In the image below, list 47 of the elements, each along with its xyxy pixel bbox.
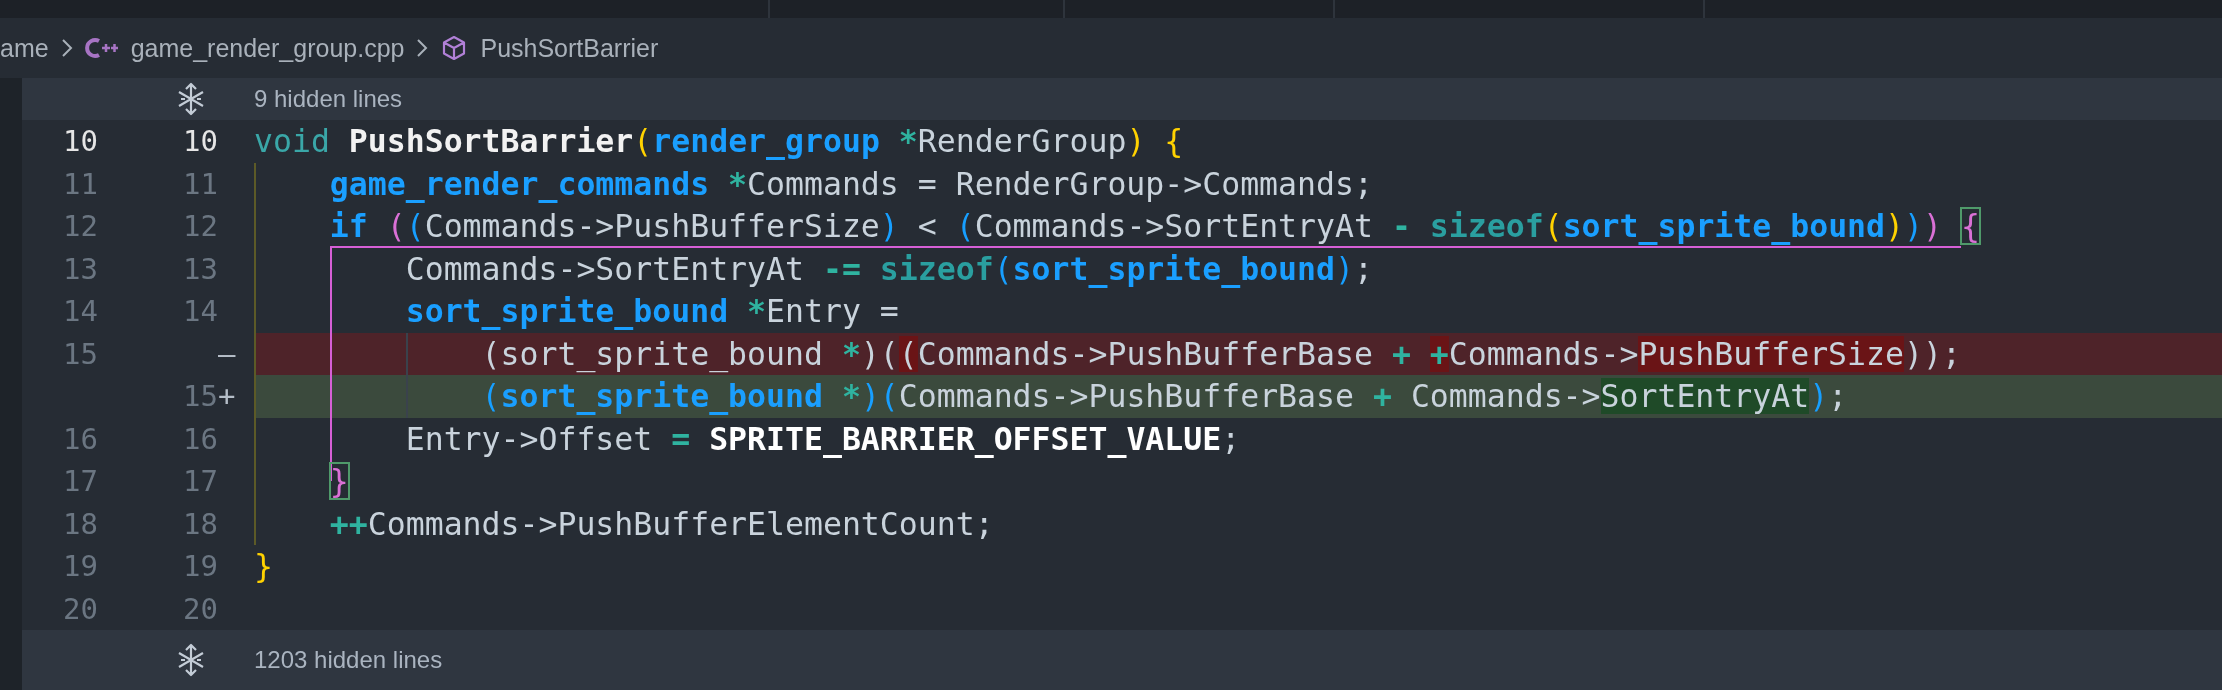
old-line-number: 10	[63, 124, 98, 159]
old-line-number: 13	[63, 251, 98, 286]
hidden-lines-label: 1203 hidden lines	[254, 646, 443, 674]
new-line-number: 10	[183, 124, 218, 159]
code-line: if ((Commands->PushBufferSize) < (Commands->SortEntryAt - sizeof(sort_sprite_bound))) {	[329, 208, 1980, 245]
old-line-number: 20	[63, 591, 98, 626]
code-line: }	[329, 463, 349, 500]
new-line-number: 13	[183, 251, 218, 286]
new-line-number: 11	[183, 166, 218, 201]
code-line: Entry->Offset = SPRITE_BARRIER_OFFSET_VALUE;	[405, 420, 1241, 457]
code-line: (sort_sprite_bound *)((Commands->PushBufferBase + +Commands->PushBufferSize));	[481, 335, 1961, 372]
chevron-icon	[416, 38, 429, 58]
breadcrumb-item[interactable]: PushSortBarrier	[480, 33, 659, 63]
hidden-lines-label: 9 hidden lines	[254, 85, 403, 113]
code-line: Commands->SortEntryAt -= sizeof(sort_sprite_bound);	[405, 250, 1373, 287]
code-line: ++Commands->PushBufferElementCount;	[329, 505, 994, 542]
code-line: sort_sprite_bound *Entry =	[405, 293, 899, 330]
new-line-number: 12	[183, 209, 218, 244]
code-line: void PushSortBarrier(render_group *RenderGroup) {	[254, 123, 1184, 160]
old-line-number: 19	[63, 549, 98, 584]
old-line-number: 18	[63, 506, 98, 541]
cpp-file-icon	[84, 36, 119, 60]
code-line: }	[254, 548, 273, 585]
breadcrumb-item[interactable]: game_render_group.cpp	[130, 33, 405, 63]
new-line-number: 19	[183, 549, 218, 584]
old-line-number: 12	[63, 209, 98, 244]
diff-marker: +	[218, 379, 236, 414]
old-line-number: 15	[63, 336, 98, 371]
unfold-icon	[176, 82, 206, 116]
new-line-number: 17	[183, 464, 218, 499]
unfold-icon	[176, 643, 206, 677]
new-line-number: 14	[183, 294, 218, 329]
old-line-number: 16	[63, 421, 98, 456]
new-line-number: 15	[183, 379, 218, 414]
code-line: (sort_sprite_bound *)(Commands->PushBufferBase + Commands->SortEntryAt);	[481, 378, 1848, 415]
old-line-number: 11	[63, 166, 98, 201]
new-line-number: 16	[183, 421, 218, 456]
old-line-number: 17	[63, 464, 98, 499]
chevron-icon	[60, 38, 73, 58]
old-line-number: 14	[63, 294, 98, 329]
new-line-number: 18	[183, 506, 218, 541]
code-line: game_render_commands *Commands = RenderGroup->Commands;	[329, 165, 1373, 202]
new-line-number: 20	[183, 591, 218, 626]
diff-marker: —	[218, 336, 236, 371]
folded-region-bar[interactable]: 1203 hidden lines	[22, 630, 2222, 690]
breadcrumb-item[interactable]: ame	[0, 33, 49, 63]
folded-region-bar[interactable]: 9 hidden lines	[22, 78, 2222, 120]
